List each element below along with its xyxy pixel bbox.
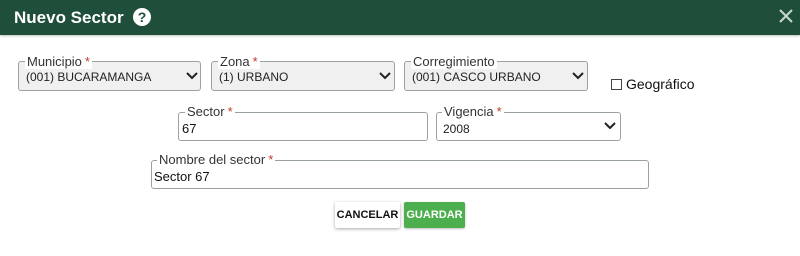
- dialog-header: Nuevo Sector ?: [0, 0, 800, 35]
- corregimiento-value: (001) CASCO URBANO: [412, 70, 541, 84]
- vigencia-label: Vigencia *: [442, 104, 504, 119]
- municipio-value: (001) BUCARAMANGA: [26, 70, 152, 84]
- save-button[interactable]: GUARDAR: [404, 202, 465, 228]
- corregimiento-label: Corregimiento: [411, 54, 497, 69]
- close-icon[interactable]: [775, 5, 797, 27]
- chevron-down-icon: [186, 72, 198, 80]
- sector-label: Sector *: [185, 104, 235, 119]
- sector-value: 67: [182, 121, 197, 136]
- geografico-label: Geográfico: [626, 76, 695, 92]
- geografico-checkbox-field[interactable]: Geográfico: [611, 76, 694, 92]
- chevron-down-icon: [572, 72, 584, 80]
- vigencia-value: 2008: [443, 122, 470, 136]
- cancel-button[interactable]: CANCELAR: [335, 202, 400, 228]
- chevron-down-icon: [604, 122, 616, 130]
- nombre-sector-label: Nombre del sector *: [157, 152, 276, 167]
- nombre-sector-value: Sector 67: [154, 169, 210, 184]
- zona-value: (1) URBANO: [219, 70, 289, 84]
- municipio-label: Municipio *: [25, 54, 92, 69]
- chevron-down-icon: [379, 72, 391, 80]
- zona-label: Zona *: [218, 54, 260, 69]
- dialog-title: Nuevo Sector: [14, 8, 124, 27]
- help-icon[interactable]: ?: [133, 8, 151, 26]
- geografico-checkbox[interactable]: [611, 78, 622, 90]
